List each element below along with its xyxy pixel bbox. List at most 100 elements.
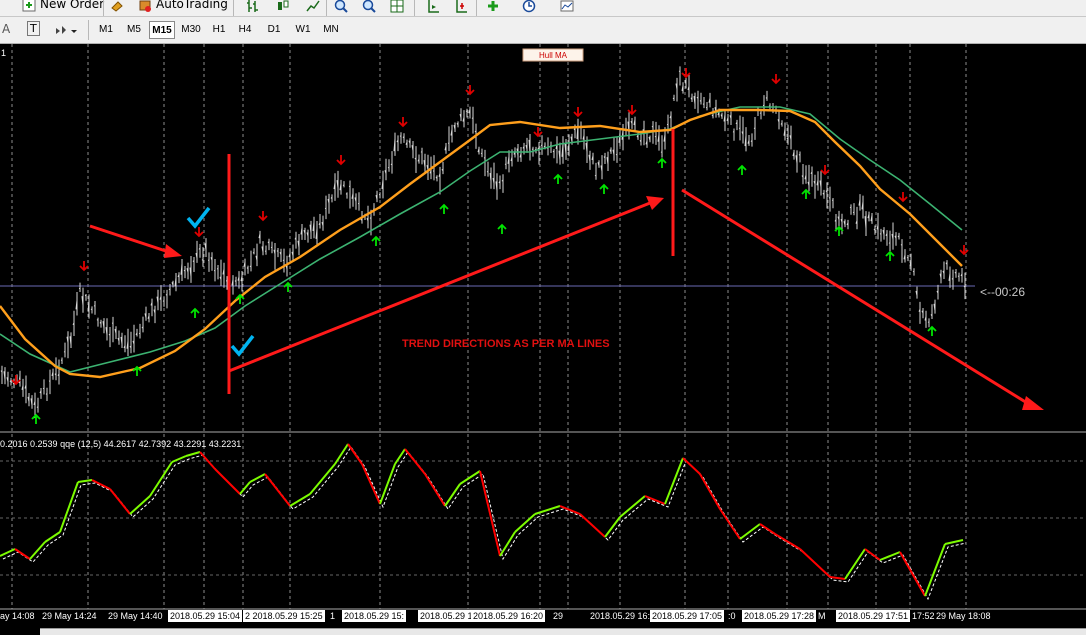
qqe-segment: [683, 458, 700, 474]
qqe-segment: [500, 532, 515, 556]
price-bar-tick: [766, 98, 767, 99]
sell-arrow-icon: [466, 85, 474, 94]
time-axis-label: :0: [728, 610, 736, 622]
zoom-out-icon[interactable]: [362, 0, 376, 12]
price-bar-tick: [472, 118, 473, 119]
price-bar-tick: [421, 152, 422, 153]
timeframe-m5-button[interactable]: M5: [122, 21, 146, 39]
price-bar-tick: [277, 251, 278, 252]
trend-annotation-text: TREND DIRECTIONS AS PER MA LINES: [402, 338, 610, 350]
sell-arrow-icon: [899, 192, 907, 201]
timeframe-h4-button[interactable]: H4: [233, 21, 257, 39]
toolbar-separator: [103, 0, 104, 16]
main-toolbar: New Order AutoTrading: [0, 0, 1086, 17]
chart-shift-icon[interactable]: [454, 0, 468, 12]
timeframe-m1-button[interactable]: M1: [96, 21, 116, 39]
auto-scroll-icon[interactable]: [426, 0, 440, 12]
toolbar-separator: [326, 0, 327, 16]
qqe-segment: [425, 474, 445, 506]
time-axis-label: 2018.05.29 17:05: [650, 610, 724, 622]
buy-arrow-icon: [284, 283, 292, 292]
text-label-tool-button[interactable]: T: [27, 21, 40, 36]
timeframe-toolbar: A T M1 M5M15M30H1H4 D1W1MN: [0, 17, 1086, 44]
time-axis-label: 2018.05.29 15:: [342, 610, 406, 622]
hull-ma-label: Hull MA: [539, 51, 568, 60]
qqe-segment: [800, 549, 830, 577]
buy-arrow-icon: [498, 225, 506, 234]
buy-arrow-icon: [372, 237, 380, 246]
qqe-segment: [265, 474, 290, 506]
buy-arrow-icon: [440, 205, 448, 214]
timeframe-w1-button[interactable]: W1: [290, 21, 316, 39]
buy-arrow-icon: [738, 166, 746, 175]
time-axis-label: 2018.05.29 16:20: [471, 610, 545, 622]
toolbar-separator: [476, 0, 477, 16]
timeframe-m15-button[interactable]: M15: [149, 21, 175, 39]
price-bar-tick: [799, 154, 800, 155]
indicators-icon[interactable]: [486, 0, 500, 12]
qqe-segment: [880, 552, 900, 560]
checkmark-icon: [188, 208, 209, 226]
qqe-segment: [380, 464, 395, 504]
price-bar-tick: [91, 309, 92, 310]
price-bar-tick: [901, 244, 902, 245]
templates-icon[interactable]: [560, 0, 574, 12]
timeframe-mn-button[interactable]: MN: [318, 21, 344, 39]
qqe-segment: [362, 464, 380, 504]
price-bar-tick: [370, 218, 371, 219]
sell-arrow-icon: [259, 211, 267, 220]
timeframe-h1-button[interactable]: H1: [208, 21, 230, 39]
periods-clock-icon[interactable]: [522, 0, 536, 12]
qqe-segment: [250, 474, 265, 482]
price-bar-tick: [253, 253, 254, 254]
qqe-segment: [15, 549, 30, 559]
zoom-in-icon[interactable]: [334, 0, 348, 12]
qqe-segment: [60, 482, 78, 532]
qqe-oscillator-panel: 0.2016 0.2539 qqe (12,5) 44.2617 42.7392…: [0, 439, 1086, 599]
autotrading-button[interactable]: AutoTrading: [156, 0, 228, 11]
buy-arrow-icon: [928, 327, 936, 336]
price-bar-tick: [283, 260, 284, 261]
price-bar-tick: [913, 271, 914, 272]
tile-windows-icon[interactable]: [390, 0, 404, 12]
qqe-segment: [92, 480, 110, 489]
qqe-segment: [580, 514, 605, 537]
time-axis-label: 1: [330, 610, 335, 622]
price-bar-tick: [595, 175, 596, 176]
qqe-segment: [150, 462, 172, 496]
sell-arrow-icon: [80, 261, 88, 270]
experts-icon: [110, 0, 124, 11]
trend-arrowhead-left: [164, 244, 182, 258]
time-axis-label: ay 14:08: [0, 610, 35, 622]
time-axis-label: M: [818, 610, 826, 622]
price-bar-tick: [400, 136, 401, 137]
toolbar-separator: [414, 0, 415, 16]
time-axis-label: 2018.05.29 1: [418, 610, 475, 622]
timeframe-d1-button[interactable]: D1: [262, 21, 286, 39]
buy-arrow-icon: [600, 185, 608, 194]
price-chart[interactable]: Hull MA 1 <--00:26 TREND DIRECTIONS AS P…: [0, 44, 1086, 611]
time-axis-label: 2018.05.29 17:51: [836, 610, 910, 622]
qqe-segment: [830, 577, 845, 579]
qqe-segment: [620, 496, 645, 517]
candlestick-icon[interactable]: [276, 0, 290, 12]
new-order-button[interactable]: New Order: [40, 0, 104, 11]
sell-arrow-icon: [960, 245, 968, 254]
text-tool-button[interactable]: A: [2, 22, 10, 36]
qqe-segment: [480, 471, 500, 556]
line-chart-icon[interactable]: [306, 0, 320, 12]
qqe-segment: [945, 540, 963, 544]
price-bar-tick: [673, 98, 674, 99]
price-bar-tick: [661, 152, 662, 153]
price-countdown-label: <--00:26: [980, 285, 1025, 299]
qqe-segment: [740, 524, 760, 539]
price-bar-tick: [760, 113, 761, 114]
bar-chart-icon[interactable]: [246, 0, 260, 12]
qqe-segment: [665, 458, 683, 504]
new-order-icon: [22, 0, 36, 11]
autotrading-icon: [138, 0, 152, 11]
qqe-segment: [925, 544, 945, 596]
arrows-tool-icon[interactable]: [54, 23, 68, 37]
timeframe-m30-button[interactable]: M30: [178, 21, 204, 39]
qqe-segment: [760, 524, 775, 534]
